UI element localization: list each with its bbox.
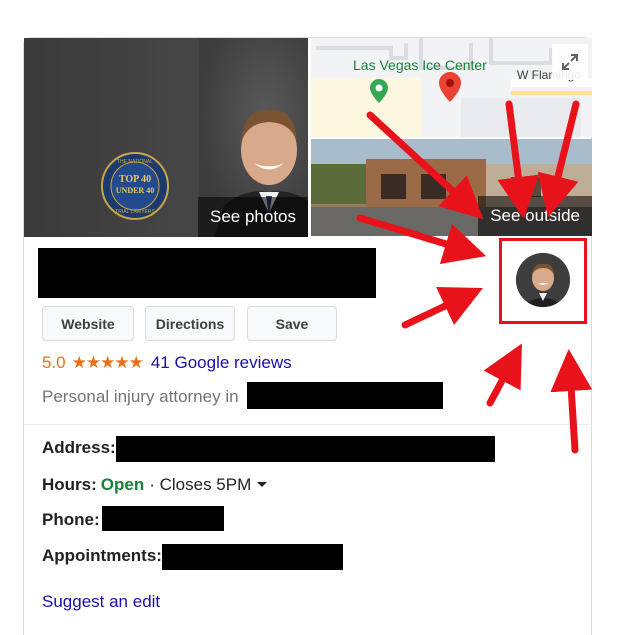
svg-text:TRIAL LAWYERS: TRIAL LAWYERS: [115, 209, 155, 215]
map-place-label: Las Vegas Ice Center: [353, 57, 487, 73]
address-redacted: [116, 436, 495, 462]
avatar-highlight-box: [499, 238, 587, 324]
star-rating-icon: ★★★★★: [71, 353, 144, 372]
map-thumbnail[interactable]: Las Vegas Ice Center W Flamingo: [311, 38, 592, 137]
see-photos-label: See photos: [209, 207, 296, 226]
award-badge-logo: TOP 40 UNDER 40 THE NATIONAL TRIAL LAWYE…: [101, 152, 169, 220]
save-button-label: Save: [275, 315, 309, 332]
google-reviews-link[interactable]: 41 Google reviews: [151, 353, 292, 373]
save-button[interactable]: Save: [247, 306, 337, 341]
phone-row: Phone:: [42, 510, 104, 530]
see-photos-caption[interactable]: See photos: [197, 197, 308, 237]
red-location-pin-icon: [439, 72, 461, 102]
phone-label: Phone:: [42, 510, 100, 529]
hours-row: Hours: Open · Closes 5PM: [42, 475, 268, 495]
business-category: Personal injury attorney in: [42, 387, 239, 407]
see-outside-caption[interactable]: See outside: [478, 196, 592, 236]
phone-redacted: [102, 506, 224, 531]
expand-map-button[interactable]: [552, 44, 588, 80]
location-redacted: [247, 382, 443, 409]
section-divider: [24, 424, 591, 425]
svg-text:UNDER 40: UNDER 40: [116, 186, 154, 195]
address-row: Address:: [42, 438, 120, 458]
website-button-label: Website: [61, 315, 115, 332]
svg-text:THE NATIONAL: THE NATIONAL: [117, 159, 153, 165]
business-name-redacted: [38, 248, 376, 298]
directions-button-label: Directions: [155, 315, 225, 332]
caret-down-icon[interactable]: [256, 481, 268, 489]
website-button[interactable]: Website: [42, 306, 134, 341]
directions-button[interactable]: Directions: [145, 306, 235, 341]
rating-score: 5.0: [42, 353, 66, 372]
svg-text:TOP 40: TOP 40: [119, 174, 151, 185]
address-label: Address:: [42, 438, 116, 457]
appointments-label: Appointments:: [42, 546, 162, 565]
hours-detail[interactable]: · Closes 5PM: [149, 475, 251, 495]
green-location-pin-icon: [370, 79, 388, 103]
category-text: Personal injury attorney in: [42, 387, 239, 406]
appointments-redacted: [162, 544, 343, 570]
rating-row: 5.0 ★★★★★ 41 Google reviews: [42, 353, 292, 373]
hours-status: Open: [100, 475, 145, 494]
see-outside-label: See outside: [490, 206, 580, 225]
suggest-edit-link[interactable]: Suggest an edit: [42, 592, 160, 612]
main-photo[interactable]: TOP 40 UNDER 40 THE NATIONAL TRIAL LAWYE…: [24, 38, 308, 237]
hours-label: Hours:: [42, 475, 97, 494]
expand-icon: [562, 54, 578, 70]
street-view-thumbnail[interactable]: See outside: [311, 139, 592, 236]
appointments-row: Appointments:: [42, 546, 166, 566]
